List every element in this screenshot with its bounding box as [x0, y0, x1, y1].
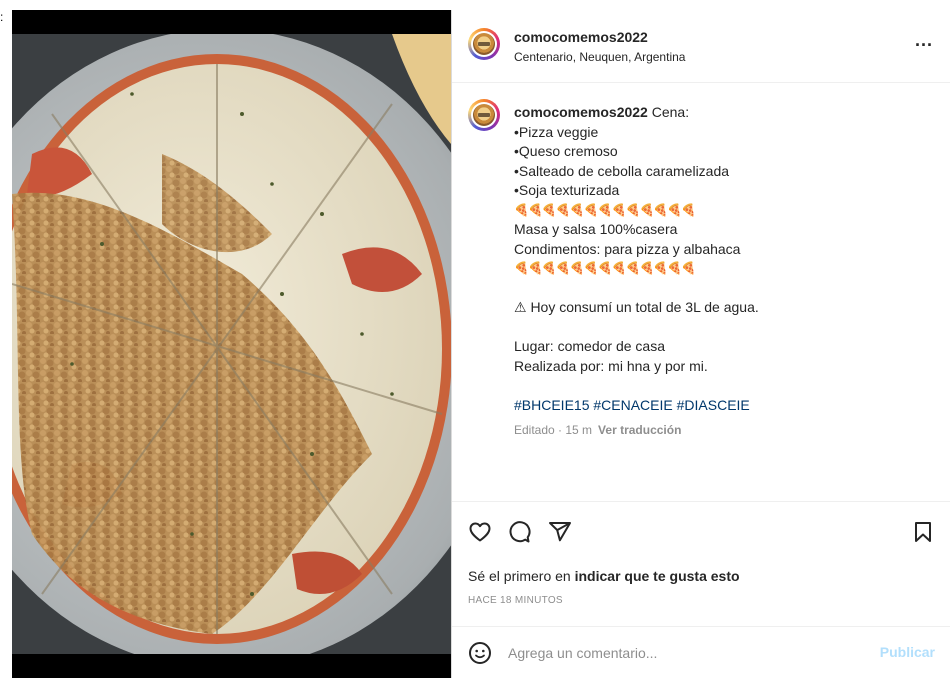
- post-header: comocomemos2022 Centenario, Neuquen, Arg…: [452, 10, 950, 83]
- location-link[interactable]: Centenario, Neuquen, Argentina: [514, 50, 685, 64]
- comment-box: Publicar: [452, 626, 950, 679]
- bookmark-icon[interactable]: [911, 520, 935, 544]
- edge-mark: :: [0, 10, 4, 24]
- caption-line: Condimentos: para pizza y albahaca: [514, 240, 741, 257]
- caption-text: comocomemos2022 Cena: •Pizza veggie •Que…: [514, 103, 934, 441]
- post-timestamp[interactable]: HACE 18 MINUTOS: [468, 595, 563, 606]
- caption-line: •Pizza veggie: [514, 123, 599, 140]
- caption-line: Lugar: comedor de casa: [514, 338, 665, 354]
- pizza-emoji-row: 🍕🍕🍕🍕🍕🍕🍕🍕🍕🍕🍕🍕🍕: [514, 202, 696, 217]
- username-link[interactable]: comocomemos2022: [514, 29, 648, 45]
- likes-line: Sé el primero en indicar que te gusta es…: [468, 568, 740, 584]
- post-image[interactable]: [12, 10, 451, 678]
- hashtags-link[interactable]: #BHCEIE15 #CENACEIE #DIASCEIE: [514, 396, 934, 416]
- publish-button[interactable]: Publicar: [880, 644, 935, 660]
- pizza-photo: [12, 34, 451, 654]
- comment-input[interactable]: [506, 637, 860, 669]
- post-panel: comocomemos2022 Centenario, Neuquen, Arg…: [451, 10, 950, 678]
- caption-line: •Salteado de cebolla caramelizada: [514, 162, 730, 179]
- share-icon[interactable]: [548, 520, 572, 544]
- comment-icon[interactable]: [507, 520, 531, 544]
- avatar[interactable]: [468, 28, 500, 60]
- caption-meta: Editado · 15 m Ver traducción: [514, 421, 934, 441]
- caption-line: ⚠ Hoy consumí un total de 3L de agua.: [514, 299, 759, 315]
- heart-icon[interactable]: [468, 520, 492, 544]
- edited-time: Editado · 15 m: [514, 423, 593, 437]
- caption-line: Cena:: [651, 104, 690, 120]
- translate-link[interactable]: Ver traducción: [598, 423, 681, 437]
- caption-line: •Queso cremoso: [514, 143, 618, 159]
- caption-line: Realizada por: mi hna y por mi.: [514, 357, 708, 374]
- like-prompt-link[interactable]: indicar que te gusta esto: [575, 568, 740, 584]
- caption-line: •Soja texturizada: [514, 182, 620, 198]
- action-bar: Sé el primero en indicar que te gusta es…: [452, 501, 950, 627]
- caption-username[interactable]: comocomemos2022: [514, 104, 648, 120]
- likes-prefix: Sé el primero en: [468, 568, 575, 584]
- caption-avatar[interactable]: [468, 99, 500, 131]
- caption: comocomemos2022 Cena: •Pizza veggie •Que…: [452, 83, 950, 501]
- caption-line: Masa y salsa 100%casera: [514, 221, 678, 237]
- emoji-icon[interactable]: [468, 641, 492, 665]
- pizza-emoji-row: 🍕🍕🍕🍕🍕🍕🍕🍕🍕🍕🍕🍕🍕: [514, 261, 696, 275]
- more-options-icon[interactable]: ...: [915, 30, 933, 51]
